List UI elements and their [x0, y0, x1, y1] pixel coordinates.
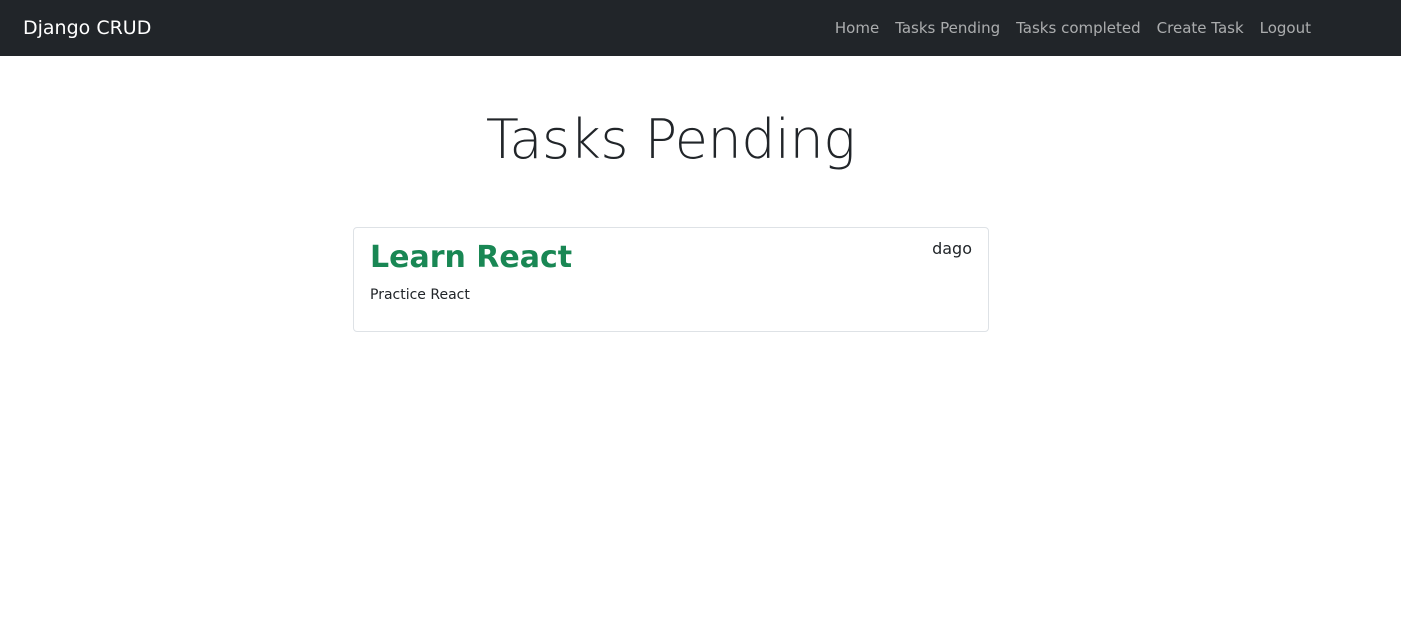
- brand-link[interactable]: Django CRUD: [23, 16, 151, 40]
- nav-link-home[interactable]: Home: [835, 18, 879, 38]
- nav-link-tasks-completed[interactable]: Tasks completed: [1016, 18, 1141, 38]
- nav-link-tasks-pending[interactable]: Tasks Pending: [895, 18, 1000, 38]
- page-title: Tasks Pending: [485, 108, 856, 171]
- task-description: Practice React: [370, 287, 470, 303]
- task-user: dago: [932, 239, 972, 258]
- nav-links: Home Tasks Pending Tasks completed Creat…: [835, 18, 1311, 38]
- task-card: Learn React dago Practice React: [353, 227, 989, 332]
- nav-link-logout[interactable]: Logout: [1260, 18, 1311, 38]
- nav-link-create-task[interactable]: Create Task: [1157, 18, 1244, 38]
- top-navbar: Django CRUD Home Tasks Pending Tasks com…: [0, 0, 1401, 56]
- task-title-link[interactable]: Learn React: [370, 238, 572, 278]
